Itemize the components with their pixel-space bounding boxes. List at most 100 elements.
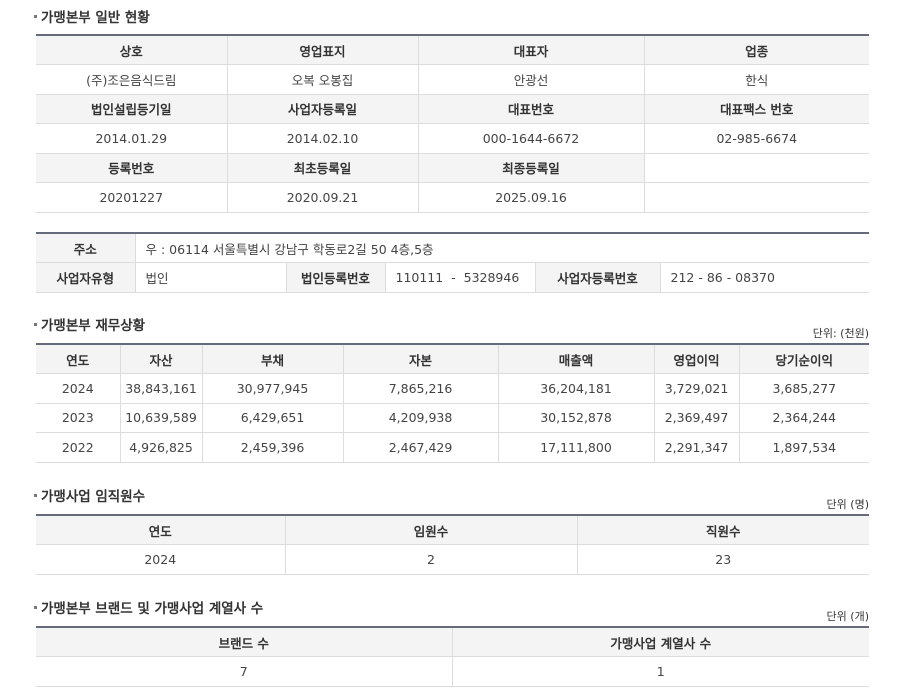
finance-cell: 17,111,800 [498, 432, 655, 463]
general-table: 상호 영업표지 대표자 업종 (주)조은음식드림 오복 오봉집 안광선 한식 법인설립등기일 사업… [36, 34, 869, 213]
finance-cell: 7,865,216 [343, 373, 499, 404]
brands-header-cell: 가맹사업 계열사 수 [452, 627, 869, 657]
general-header-cell: 영업표지 [227, 35, 419, 65]
general-header-cell: 대표팩스 번호 [644, 94, 869, 124]
section-title-general: 가맹본부 일반 현황 [34, 6, 150, 26]
finance-cell: 4,926,825 [120, 432, 203, 463]
finance-cell: 30,152,878 [498, 403, 655, 433]
finance-title-text: 가맹본부 재무상황 [41, 318, 146, 334]
finance-header-cell: 매출액 [498, 344, 655, 374]
biz-type-label: 사업자유형 [36, 262, 136, 293]
finance-cell: 2023 [36, 403, 121, 433]
general-header-cell: 대표번호 [418, 94, 645, 124]
address-label: 주소 [36, 233, 136, 263]
general-table-wrap: 상호 영업표지 대표자 업종 (주)조은음식드림 오복 오봉집 안광선 한식 법인설립등기일 사업… [36, 34, 869, 213]
general-data-cell: 2020.09.21 [227, 182, 419, 213]
brands-title-text: 가맹본부 브랜드 및 가맹사업 계열사 수 [41, 601, 264, 617]
biz-reg-label: 사업자등록번호 [535, 262, 661, 293]
finance-header-cell: 자산 [120, 344, 203, 374]
general-header-cell: 상호 [36, 35, 228, 65]
general-data-cell: 한식 [644, 64, 869, 95]
bullet-icon [34, 322, 37, 326]
finance-cell: 2,364,244 [739, 403, 869, 433]
staff-cell: 2 [285, 544, 578, 575]
general-header-row: 등록번호 최초등록일 최종등록일 [36, 153, 869, 183]
general-data-row: (주)조은음식드림 오복 오봉집 안광선 한식 [36, 64, 869, 95]
biz-type-value: 법인 [135, 262, 287, 293]
bullet-icon [34, 493, 37, 497]
finance-header-cell: 당기순이익 [739, 344, 869, 374]
staff-row: 2024 2 23 [36, 544, 869, 575]
general-data-cell: 2025.09.16 [418, 182, 645, 213]
finance-header-cell: 연도 [36, 344, 121, 374]
staff-title-text: 가맹사업 임직원수 [41, 489, 146, 505]
brands-cell: 1 [452, 656, 869, 687]
finance-header-row: 연도 자산 부채 자본 매출액 영업이익 당기순이익 [36, 344, 869, 374]
finance-table-wrap: 연도 자산 부채 자본 매출액 영업이익 당기순이익 2024 38,843,161 30,97… [36, 343, 869, 463]
general-header-row: 상호 영업표지 대표자 업종 [36, 35, 869, 65]
general-data-cell [644, 182, 869, 213]
staff-header-cell: 연도 [36, 515, 286, 545]
general-data-row: 20201227 2020.09.21 2025.09.16 [36, 182, 869, 213]
address-row: 주소 우 : 06114 서울특별시 강남구 학동로2길 50 4층,5층 [36, 233, 870, 263]
staff-unit: 단위 (명) [826, 498, 869, 511]
general-data-cell: 오복 오봉집 [227, 64, 419, 95]
section-title-staff: 가맹사업 임직원수 [34, 485, 146, 505]
corp-reg-value: 110111 - 5328946 [385, 262, 536, 293]
general-header-cell: 업종 [644, 35, 869, 65]
general-header-cell: 최초등록일 [227, 153, 419, 183]
brands-unit: 단위 (개) [826, 610, 869, 623]
general-header-cell: 사업자등록일 [227, 94, 419, 124]
staff-table-wrap: 연도 임원수 직원수 2024 2 23 [36, 514, 869, 575]
finance-row: 2024 38,843,161 30,977,945 7,865,216 36,204,… [36, 373, 869, 404]
general-data-cell: 안광선 [418, 64, 645, 95]
general-header-cell [644, 153, 869, 183]
finance-header-cell: 부채 [202, 344, 344, 374]
brands-table: 브랜드 수 가맹사업 계열사 수 71 [36, 626, 869, 687]
brands-cell: 7 [36, 656, 453, 687]
finance-header-cell: 자본 [343, 344, 499, 374]
section-title-brands: 가맹본부 브랜드 및 가맹사업 계열사 수 [34, 597, 264, 617]
staff-cell: 2024 [36, 544, 286, 575]
staff-header-cell: 직원수 [577, 515, 869, 545]
finance-unit: 단위: (천원) [812, 327, 869, 340]
finance-cell: 6,429,651 [202, 403, 344, 433]
biz-reg-value: 212 - 86 - 08370 [660, 262, 870, 293]
brands-header-row: 브랜드 수 가맹사업 계열사 수 [36, 627, 869, 657]
finance-cell: 10,639,589 [120, 403, 203, 433]
finance-cell: 3,685,277 [739, 373, 869, 404]
general-data-row: 2014.01.29 2014.02.10 000-1644-6672 02-985-… [36, 123, 869, 154]
finance-row: 2022 4,926,825 2,459,396 2,467,429 17,111,80… [36, 432, 869, 463]
finance-cell: 1,897,534 [739, 432, 869, 463]
staff-table: 연도 임원수 직원수 2024 2 23 [36, 514, 869, 575]
brands-header-cell: 브랜드 수 [36, 627, 453, 657]
corp-reg-label: 법인등록번호 [286, 262, 386, 293]
finance-cell: 2,459,396 [202, 432, 344, 463]
finance-cell: 2022 [36, 432, 121, 463]
finance-cell: 2,369,497 [654, 403, 740, 433]
finance-cell: 36,204,181 [498, 373, 655, 404]
finance-cell: 30,977,945 [202, 373, 344, 404]
general-data-cell: 000-1644-6672 [418, 123, 645, 154]
section-title-finance: 가맹본부 재무상황 [34, 314, 146, 334]
general-header-cell: 법인설립등기일 [36, 94, 228, 124]
address-table: 주소 우 : 06114 서울특별시 강남구 학동로2길 50 4층,5층 사업… [36, 232, 870, 293]
address-table-wrap: 주소 우 : 06114 서울특별시 강남구 학동로2길 50 4층,5층 사업… [36, 232, 870, 293]
biz-info-row: 사업자유형 법인 법인등록번호 110111 - 5328946 사업자등록번호… [36, 262, 870, 293]
finance-table: 연도 자산 부채 자본 매출액 영업이익 당기순이익 2024 38,843,161 30,97… [36, 343, 869, 463]
finance-cell: 2024 [36, 373, 121, 404]
brands-row: 71 [36, 656, 869, 687]
finance-cell: 3,729,021 [654, 373, 740, 404]
staff-cell: 23 [577, 544, 869, 575]
bullet-icon [34, 14, 37, 18]
brands-table-wrap: 브랜드 수 가맹사업 계열사 수 71 [36, 626, 869, 687]
finance-cell: 2,467,429 [343, 432, 499, 463]
general-data-cell: (주)조은음식드림 [36, 64, 228, 95]
finance-row: 2023 10,639,589 6,429,651 4,209,938 30,152,8… [36, 403, 869, 433]
general-data-cell: 20201227 [36, 182, 228, 213]
general-header-row: 법인설립등기일 사업자등록일 대표번호 대표팩스 번호 [36, 94, 869, 124]
general-title-text: 가맹본부 일반 현황 [41, 10, 150, 26]
general-header-cell: 대표자 [418, 35, 645, 65]
finance-header-cell: 영업이익 [654, 344, 740, 374]
general-header-cell: 등록번호 [36, 153, 228, 183]
